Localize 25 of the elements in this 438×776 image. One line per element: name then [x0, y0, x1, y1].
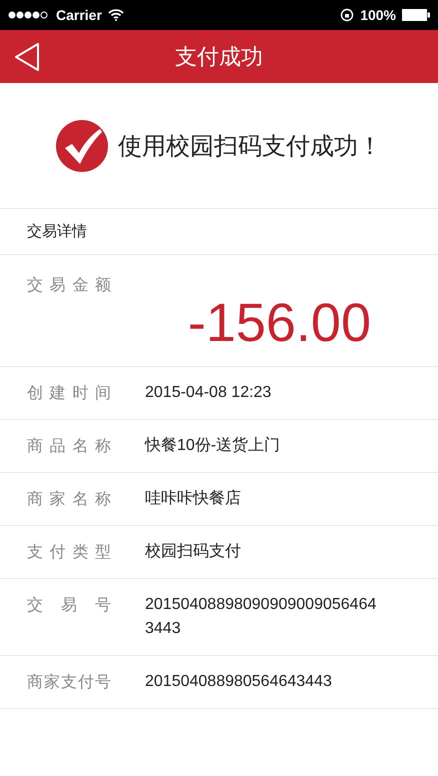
field-value: 201504088980909090090564643443	[145, 595, 378, 639]
field-label: 交易金额	[27, 275, 111, 296]
rotation-lock-icon	[340, 8, 354, 22]
battery-icon	[402, 9, 430, 21]
page-title: 支付成功	[175, 44, 263, 72]
field-label: 交易号	[27, 594, 111, 616]
field-value: 201504088980564643443	[145, 672, 333, 692]
section-title: 交易详情	[27, 222, 87, 241]
field-label: 支付类型	[27, 541, 111, 563]
carrier-name: Carrier	[56, 7, 102, 23]
amount-value: -156.00	[188, 292, 371, 354]
field-value: 2015-04-08 12:23	[145, 383, 272, 403]
field-value: 校园扫码支付	[145, 542, 242, 562]
field-value: 快餐10份-送货上门	[145, 436, 282, 456]
battery-percent: 100%	[360, 7, 396, 23]
success-message: 使用校园扫码支付成功！	[118, 130, 382, 162]
signal-icon	[8, 11, 50, 19]
back-icon[interactable]	[14, 42, 40, 72]
field-label: 商家名称	[27, 488, 111, 510]
field-value: 哇咔咔快餐店	[145, 488, 242, 509]
check-icon	[56, 120, 108, 172]
field-label: 商家支付号	[27, 671, 111, 693]
wifi-icon	[108, 9, 124, 21]
field-label: 创建时间	[27, 382, 111, 404]
field-label: 商品名称	[27, 435, 111, 457]
